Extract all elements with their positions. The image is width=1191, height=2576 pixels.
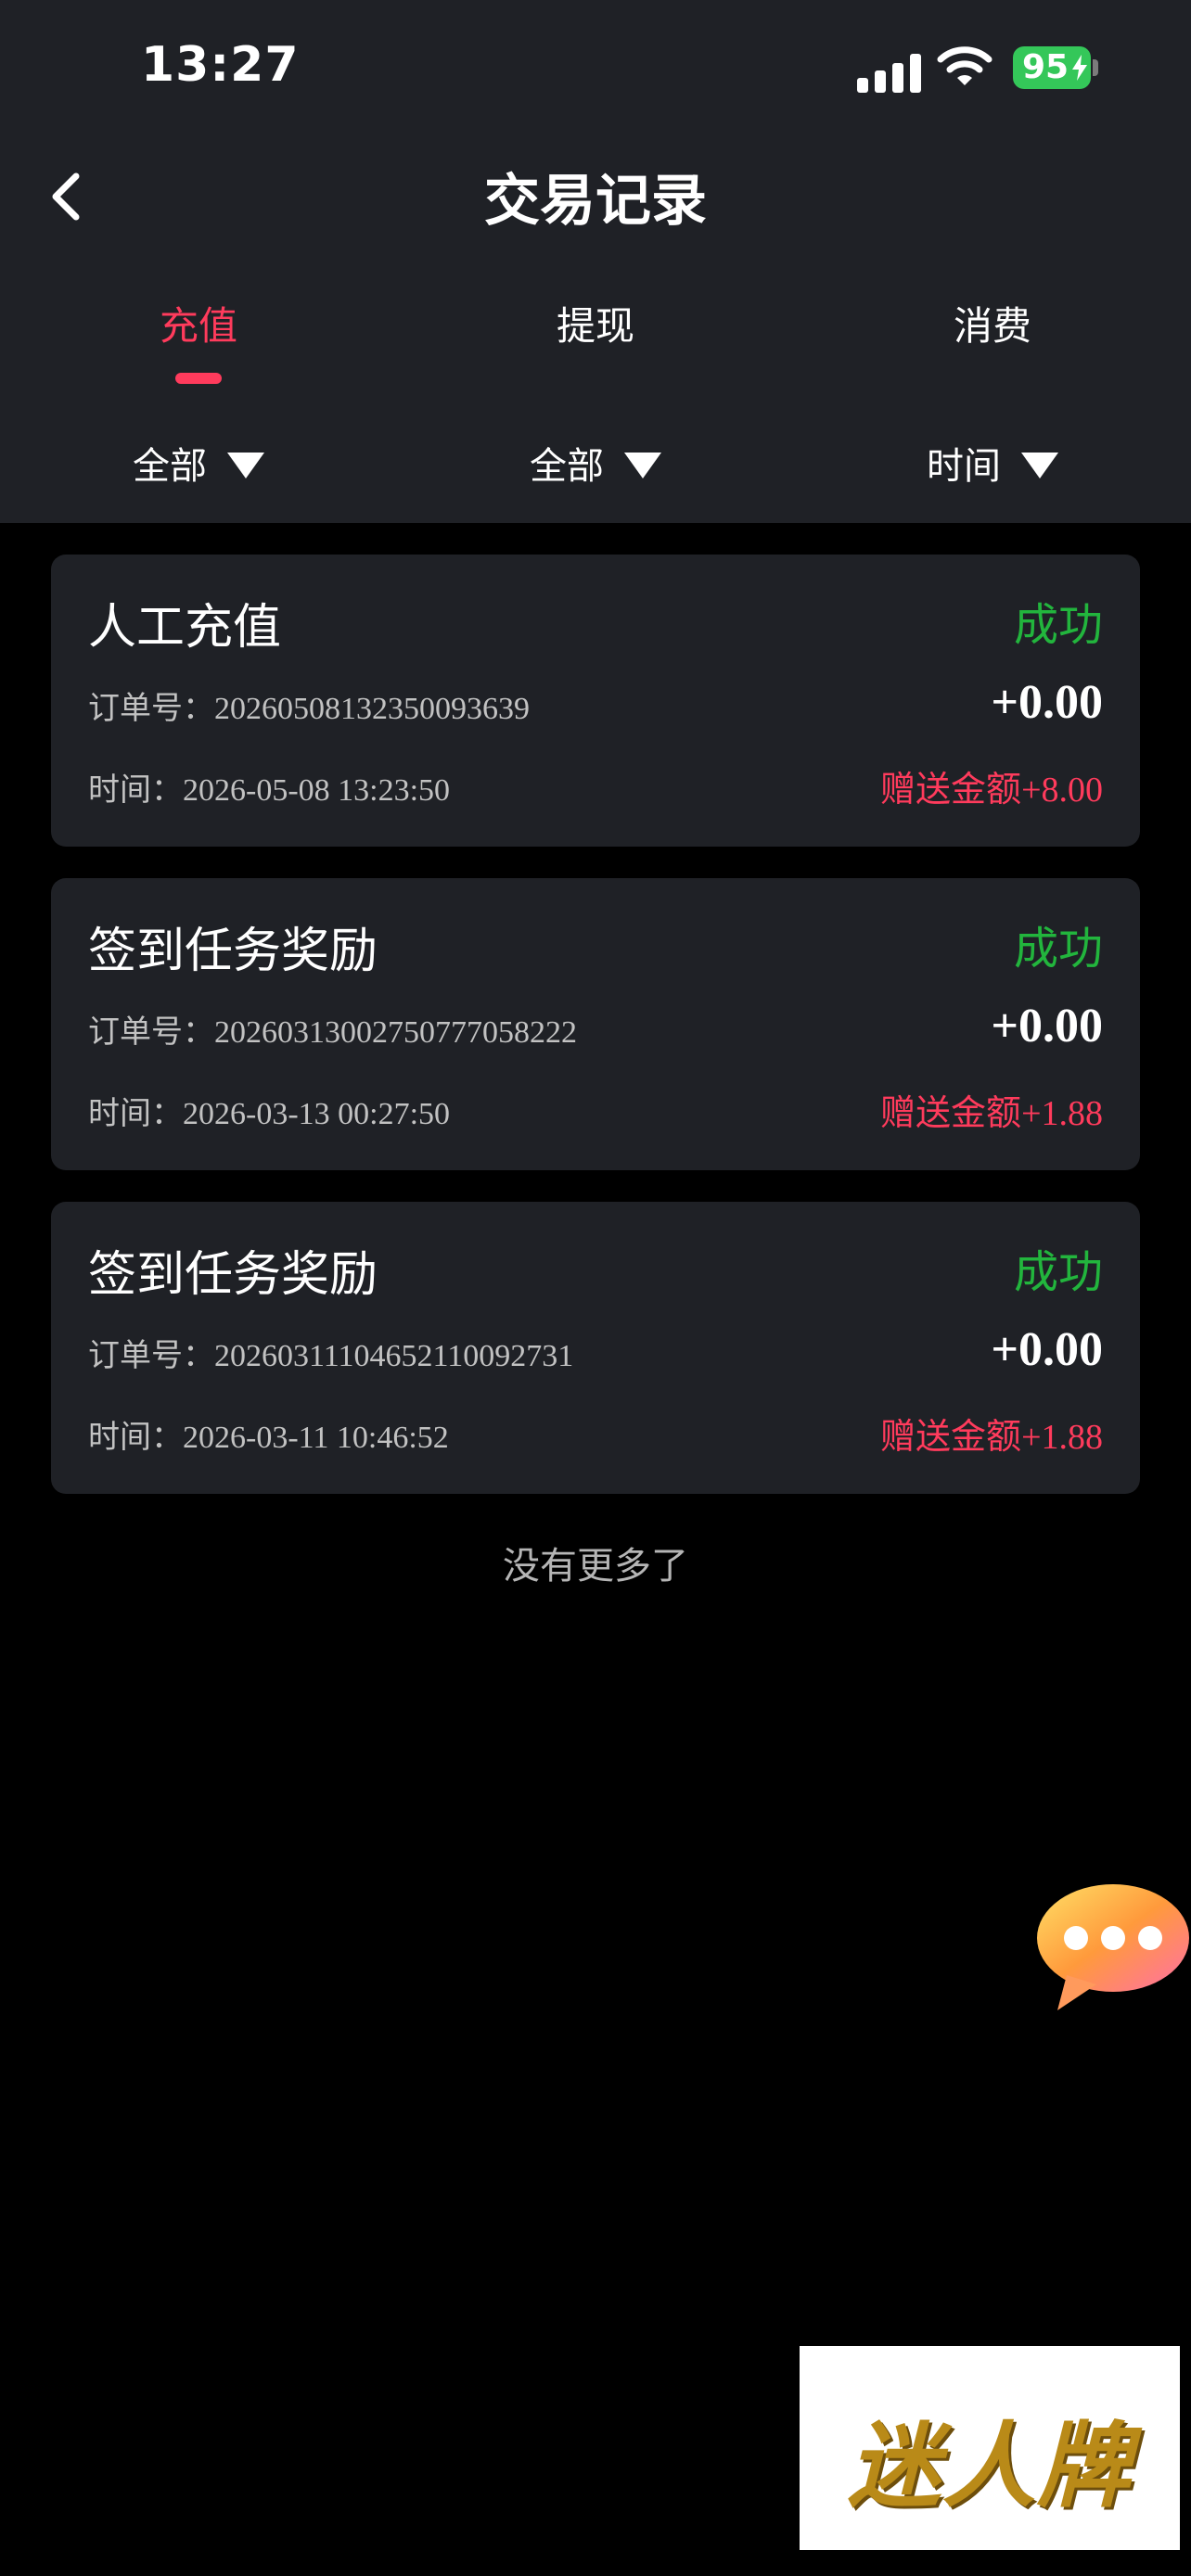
record-time: 时间：2026-03-11 10:46:52 <box>88 1419 449 1456</box>
brand-logo: 迷人牌 <box>800 2346 1180 2550</box>
record-status: 成功 <box>1013 599 1103 651</box>
record-amount: +0.00 <box>991 1000 1103 1052</box>
record-title: 签到任务奖励 <box>88 1247 378 1303</box>
record-amount: +0.00 <box>991 1323 1103 1376</box>
battery-icon: 95 <box>1013 46 1091 89</box>
record-title: 签到任务奖励 <box>88 924 378 979</box>
battery-level: 95 <box>1021 48 1069 86</box>
wifi-icon <box>937 46 992 85</box>
tab-withdraw[interactable]: 提现 <box>397 295 794 351</box>
filter-time-dropdown[interactable]: 时间 <box>794 436 1191 490</box>
triangle-down-icon <box>624 453 661 478</box>
record-gift-amount: 赠送金额+1.88 <box>880 1092 1103 1133</box>
filter-time-label: 时间 <box>927 445 1001 488</box>
record-card[interactable]: 签到任务奖励 成功 订单号：20260311104652110092731 +0… <box>51 1202 1140 1494</box>
battery-nub <box>1093 59 1098 76</box>
active-tab-indicator <box>175 373 222 384</box>
record-amount: +0.00 <box>991 676 1103 729</box>
record-order-no: 订单号：20260313002750777058222 <box>88 1014 577 1051</box>
record-card[interactable]: 人工充值 成功 订单号：20260508132350093639 +0.00 时… <box>51 555 1140 847</box>
record-gift-amount: 赠送金额+1.88 <box>880 1416 1103 1457</box>
record-status: 成功 <box>1013 923 1103 975</box>
record-gift-amount: 赠送金额+8.00 <box>880 769 1103 810</box>
chat-bubble-icon[interactable] <box>1030 1879 1191 2018</box>
brand-logo-text: 迷人牌 <box>848 2412 1132 2520</box>
record-order-no: 订单号：20260508132350093639 <box>88 690 530 727</box>
filter-status-dropdown[interactable]: 全部 <box>397 436 794 490</box>
page-title: 交易记录 <box>484 169 707 234</box>
no-more-text: 没有更多了 <box>503 1545 688 1588</box>
filter-type-dropdown[interactable]: 全部 <box>0 436 397 490</box>
charging-bolt-icon <box>1072 55 1087 81</box>
record-card[interactable]: 签到任务奖励 成功 订单号：20260313002750777058222 +0… <box>51 878 1140 1170</box>
record-status: 成功 <box>1013 1246 1103 1298</box>
record-time: 时间：2026-03-13 00:27:50 <box>88 1095 451 1132</box>
status-time: 13:27 <box>141 37 300 93</box>
record-order-no: 订单号：20260311104652110092731 <box>88 1337 574 1374</box>
filter-type-label: 全部 <box>133 445 207 488</box>
cellular-signal-icon <box>857 50 922 93</box>
record-time: 时间：2026-05-08 13:23:50 <box>88 772 451 809</box>
triangle-down-icon <box>227 453 264 478</box>
tab-recharge[interactable]: 充值 <box>0 295 397 351</box>
tab-consume[interactable]: 消费 <box>794 295 1191 351</box>
triangle-down-icon <box>1021 453 1058 478</box>
record-title: 人工充值 <box>88 600 282 656</box>
filter-status-label: 全部 <box>530 445 604 488</box>
